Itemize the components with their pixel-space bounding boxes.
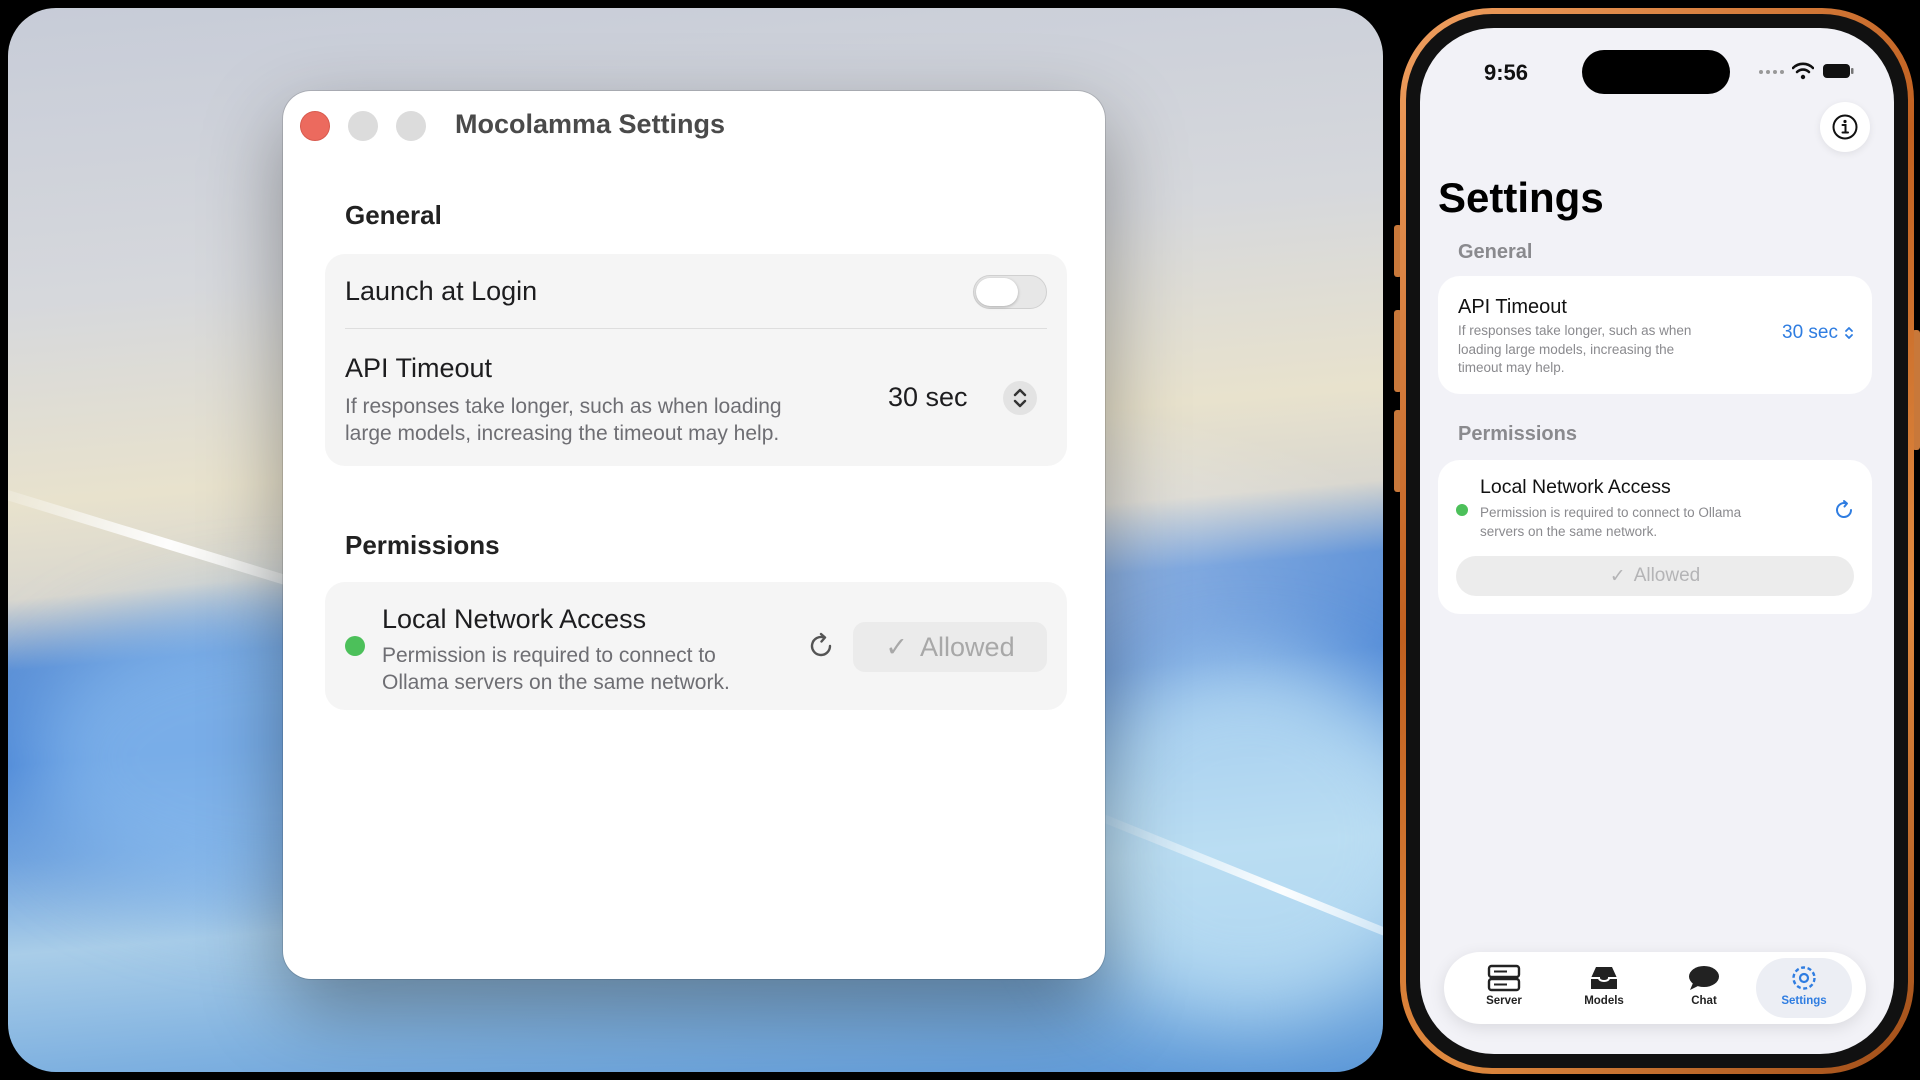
allowed-button[interactable]: ✓ Allowed xyxy=(853,622,1047,672)
tab-server[interactable]: Server xyxy=(1456,958,1552,1018)
checkmark-icon: ✓ xyxy=(885,631,909,662)
permissions-card: Local Network Access Permission is requi… xyxy=(325,582,1067,710)
local-network-label: Local Network Access xyxy=(382,604,647,634)
api-timeout-label: API Timeout xyxy=(1458,296,1567,318)
info-icon xyxy=(1832,114,1858,140)
tab-bar: Server Models Chat Settings xyxy=(1444,952,1866,1024)
cellular-icon xyxy=(1759,70,1784,74)
wallpaper-glow xyxy=(1058,658,1383,1018)
refresh-icon[interactable] xyxy=(805,630,837,662)
info-button[interactable] xyxy=(1820,102,1870,152)
local-network-description: Permission is required to connect to Oll… xyxy=(382,642,730,696)
ios-permissions-card: Local Network Access Permission is requi… xyxy=(1438,460,1872,614)
description-line: timeout may help. xyxy=(1458,360,1565,375)
window-minimize-button[interactable] xyxy=(348,111,378,141)
gear-icon xyxy=(1792,966,1816,990)
battery-icon xyxy=(1823,64,1854,78)
description-line: If responses take longer, such as when l… xyxy=(345,395,782,418)
window-zoom-button[interactable] xyxy=(396,111,426,141)
api-timeout-label: API Timeout xyxy=(345,353,493,383)
mac-settings-window: Mocolamma Settings General Launch at Log… xyxy=(283,91,1105,979)
tab-label: Settings xyxy=(1781,995,1827,1007)
description-line: large models, increasing the timeout may… xyxy=(345,422,780,445)
section-title-permissions: Permissions xyxy=(345,530,500,560)
api-timeout-picker[interactable]: 30 sec xyxy=(1782,322,1854,344)
allowed-button[interactable]: ✓ Allowed xyxy=(1456,556,1854,596)
chat-bubble-icon xyxy=(1689,966,1719,990)
allowed-button-label: Allowed xyxy=(920,631,1015,662)
api-timeout-description: If responses take longer, such as when l… xyxy=(1458,322,1691,378)
iphone-screen: 9:56 Settings General API Timeout If res… xyxy=(1420,28,1894,1054)
local-network-description: Permission is required to connect to Oll… xyxy=(1480,504,1741,541)
tray-icon xyxy=(1591,967,1617,989)
launch-at-login-label: Launch at Login xyxy=(345,276,538,306)
tab-models[interactable]: Models xyxy=(1556,958,1652,1018)
tab-chat[interactable]: Chat xyxy=(1656,958,1752,1018)
api-timeout-value: 30 sec xyxy=(1782,322,1838,343)
iphone-bezel: 9:56 Settings General API Timeout If res… xyxy=(1406,14,1908,1068)
tab-label: Chat xyxy=(1691,995,1717,1007)
status-bar-icons xyxy=(1758,62,1854,80)
section-title-general: General xyxy=(1458,241,1533,263)
section-title-general: General xyxy=(345,200,442,230)
iphone-frame: 9:56 Settings General API Timeout If res… xyxy=(1400,8,1914,1074)
api-timeout-stepper[interactable] xyxy=(1003,381,1037,415)
network-status-dot xyxy=(1456,504,1468,516)
wifi-icon xyxy=(1792,62,1814,80)
description-line: Ollama servers on the same network. xyxy=(382,671,730,694)
api-timeout-value[interactable]: 30 sec xyxy=(888,382,968,413)
toggle-knob xyxy=(976,278,1018,306)
network-status-dot xyxy=(345,636,365,656)
status-bar-time: 9:56 xyxy=(1484,60,1529,85)
description-line: loading large models, increasing the xyxy=(1458,341,1675,357)
description-line: Permission is required to connect to xyxy=(382,644,716,667)
local-network-label: Local Network Access xyxy=(1480,476,1671,498)
tab-settings[interactable]: Settings xyxy=(1756,958,1852,1018)
chevron-up-down-icon xyxy=(1845,327,1853,339)
allowed-button-label: Allowed xyxy=(1633,565,1701,586)
launch-at-login-toggle[interactable] xyxy=(973,275,1047,309)
general-card: Launch at Login API Timeout If responses… xyxy=(325,254,1067,466)
checkmark-icon: ✓ xyxy=(1609,565,1626,587)
ios-general-card: API Timeout If responses take longer, su… xyxy=(1438,276,1872,394)
window-title: Mocolamma Settings xyxy=(455,109,726,139)
description-line: If responses take longer, such as when xyxy=(1458,323,1692,338)
tab-label: Models xyxy=(1584,995,1624,1007)
page-title: Settings xyxy=(1438,174,1604,221)
dynamic-island xyxy=(1582,50,1730,94)
server-icon xyxy=(1487,964,1521,992)
chevron-up-down-icon xyxy=(1013,388,1027,408)
description-line: Permission is required to connect to Oll… xyxy=(1480,505,1742,520)
description-line: servers on the same network. xyxy=(1480,523,1658,539)
section-title-permissions: Permissions xyxy=(1458,423,1577,445)
api-timeout-description: If responses take longer, such as when l… xyxy=(345,393,782,447)
divider xyxy=(345,328,1047,329)
window-close-button[interactable] xyxy=(300,111,330,141)
refresh-icon[interactable] xyxy=(1832,498,1856,522)
tab-label: Server xyxy=(1486,995,1522,1007)
